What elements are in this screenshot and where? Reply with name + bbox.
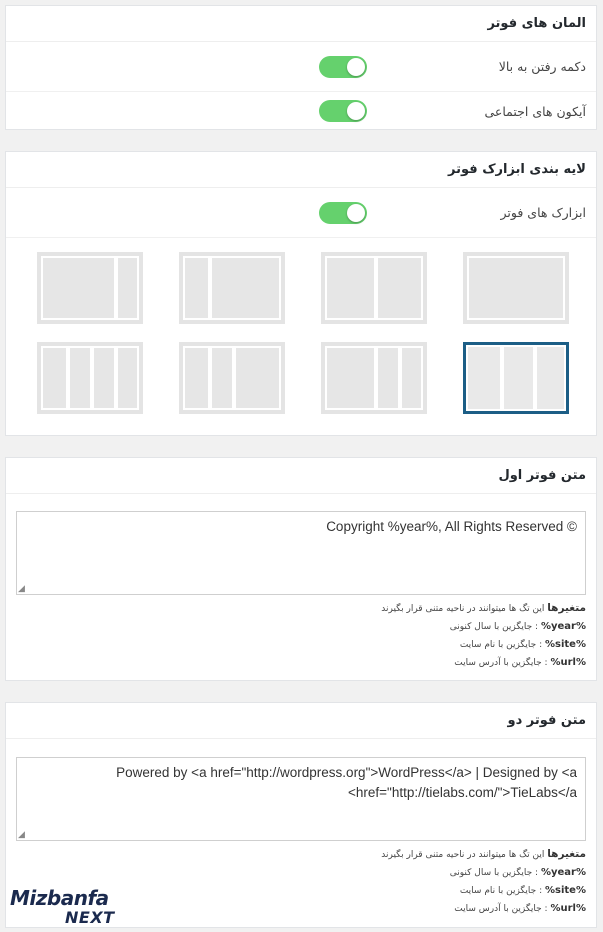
panel-header: متن فوتر اول	[6, 458, 596, 494]
footer-text-1-value: © Copyright %year%, All Rights Reserved	[326, 519, 577, 534]
footer-widgets-row: ابزارک های فوتر	[6, 188, 596, 238]
layout-option-wide-narrow-narrow[interactable]	[321, 342, 427, 414]
footer-text-2-variables: متغیرها این تگ ها میتوانند در ناحیه متنی…	[381, 848, 586, 914]
toggle-knob	[347, 57, 365, 76]
footer-elements-panel: المان های فوتر دکمه رفتن به بالا آیکون ه…	[5, 5, 597, 130]
panel-title: المان های فوتر	[487, 16, 586, 31]
layout-option-1-column[interactable]	[463, 252, 569, 324]
back-to-top-label: دکمه رفتن به بالا	[498, 59, 586, 74]
toggle-knob	[347, 203, 365, 222]
variables-title: متغیرها	[547, 848, 586, 860]
layout-option-4-columns[interactable]	[37, 342, 143, 414]
var-url: %url%	[550, 657, 586, 668]
var-site: %site%	[544, 639, 586, 650]
layout-option-3-columns-selected[interactable]	[463, 342, 569, 414]
footer-text-2-value: Powered by <a href="http://wordpress.org…	[116, 765, 577, 800]
variables-desc: این تگ ها میتوانند در ناحیه متنی قرار بگ…	[381, 604, 545, 614]
layout-option-narrow-narrow-wide[interactable]	[179, 342, 285, 414]
panel-title: متن فوتر دو	[507, 713, 587, 728]
variables-desc: این تگ ها میتوانند در ناحیه متنی قرار بگ…	[381, 850, 545, 860]
var-site: %site%	[544, 885, 586, 896]
variables-title: متغیرها	[547, 602, 586, 614]
layout-option-2-columns[interactable]	[321, 252, 427, 324]
panel-header: المان های فوتر	[6, 6, 596, 42]
mizbanfa-logo: Mizbanfa NEXT	[10, 886, 122, 927]
social-icons-toggle[interactable]	[319, 100, 367, 122]
var-year: %year%	[540, 867, 586, 878]
back-to-top-toggle[interactable]	[319, 55, 367, 78]
footer-widgets-panel: لایه بندی ابزارک فوتر ابزارک های فوتر	[5, 151, 597, 436]
panel-header: متن فوتر دو	[6, 703, 596, 739]
footer-text-1-textarea[interactable]: © Copyright %year%, All Rights Reserved …	[16, 511, 586, 595]
panel-title: لایه بندی ابزارک فوتر	[448, 162, 586, 177]
footer-widgets-label: ابزارک های فوتر	[500, 205, 587, 220]
social-icons-row: آیکون های اجتماعی	[6, 92, 596, 130]
panel-header: لایه بندی ابزارک فوتر	[6, 152, 596, 188]
footer-widgets-toggle[interactable]	[319, 201, 367, 224]
back-to-top-row: دکمه رفتن به بالا	[6, 42, 596, 92]
resize-handle-icon[interactable]: ◢	[18, 584, 25, 593]
var-year: %year%	[540, 621, 586, 632]
toggle-knob	[347, 102, 365, 120]
resize-handle-icon[interactable]: ◢	[18, 830, 25, 839]
footer-text-1-panel: متن فوتر اول © Copyright %year%, All Rig…	[5, 457, 597, 681]
social-icons-label: آیکون های اجتماعی	[484, 103, 586, 119]
layout-option-narrow-wide[interactable]	[179, 252, 285, 324]
layout-option-wide-narrow[interactable]	[37, 252, 143, 324]
footer-text-1-variables: متغیرها این تگ ها میتوانند در ناحیه متنی…	[381, 602, 586, 668]
footer-text-2-textarea[interactable]: Powered by <a href="http://wordpress.org…	[16, 757, 586, 841]
logo-wordmark: Mizbanfa	[10, 886, 109, 910]
var-url: %url%	[550, 903, 586, 914]
logo-next: NEXT	[65, 908, 115, 927]
panel-title: متن فوتر اول	[498, 468, 586, 483]
